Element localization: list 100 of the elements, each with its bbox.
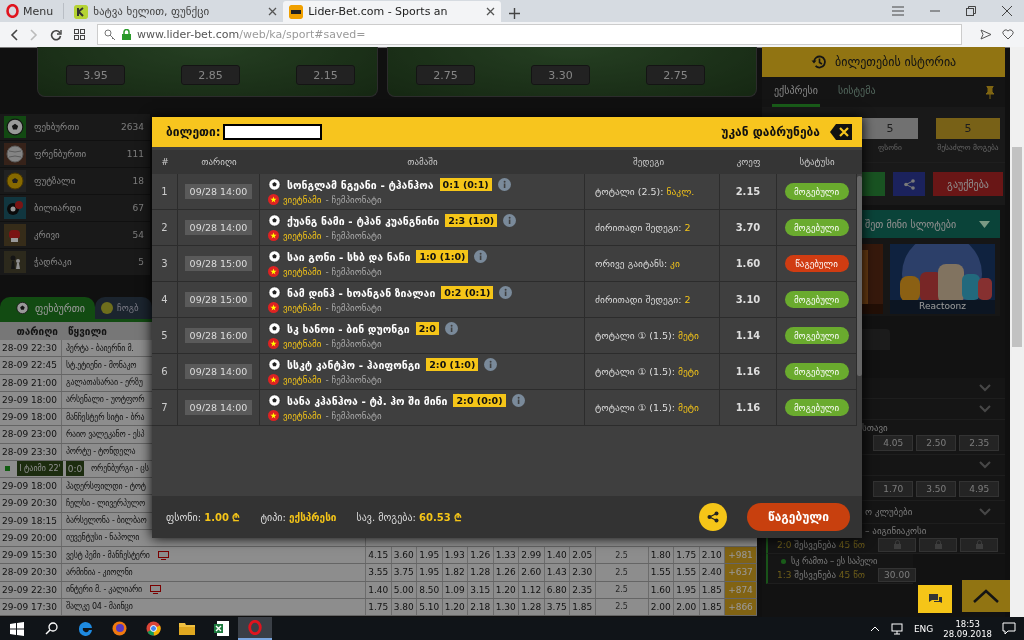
match-name[interactable]: პორტუ - ტონდელა [66, 447, 136, 457]
event-title[interactable]: სთავი [862, 423, 1000, 433]
odds-button[interactable]: 2.85 [181, 65, 240, 85]
match-name[interactable]: ბარსელონა - ბილბაო [66, 516, 147, 526]
info-icon[interactable] [497, 178, 511, 191]
sport-tab[interactable]: ჩოგბ [95, 297, 152, 319]
chat-button[interactable] [918, 585, 952, 613]
odds-button[interactable]: 30.00 [878, 567, 916, 582]
match-name[interactable]: რაიო ვალეკანო - ესპ [66, 429, 145, 439]
scrollbar-thumb[interactable] [857, 176, 862, 376]
tv-icon[interactable] [157, 550, 169, 560]
odds-cell[interactable]: 1.85 [570, 598, 596, 615]
share-button[interactable] [699, 503, 727, 531]
chevron-up-icon[interactable] [869, 625, 880, 632]
odds-cell[interactable]: 3.55 [366, 564, 392, 581]
odds-cell[interactable]: 5.00 [391, 581, 417, 598]
odds-cell[interactable]: 1.09 [442, 581, 468, 598]
sport-item[interactable]: ფრენბურთი 111 [0, 141, 150, 168]
odds-cell[interactable]: 2.99 [519, 547, 545, 564]
odds-button[interactable]: 3.30 [531, 65, 590, 85]
odds-cell[interactable]: 1.20 [442, 598, 468, 615]
live-event-row[interactable]: სკ რამთა – ეს საპელი 1:3 შესვენება 45 წთ 30.00 [766, 554, 914, 584]
info-icon[interactable] [444, 322, 458, 335]
match-name[interactable]: შალკე 04 - მაინცი [66, 602, 133, 612]
odds-cell[interactable]: 1.95 [417, 564, 443, 581]
ticket-status-button[interactable]: წაგებული [747, 503, 850, 531]
match-name[interactable]: გალათასარაი - ერზუ [66, 378, 143, 388]
reload-icon[interactable] [50, 28, 62, 41]
tv-icon[interactable] [150, 585, 161, 595]
odds-button[interactable]: 4.05 [873, 435, 914, 451]
browser-tab[interactable]: Lider-Bet.com - Sports an [283, 1, 502, 22]
heart-icon[interactable] [1002, 29, 1014, 40]
match-name[interactable]: მანჩესტერ სიტი - ბრა [66, 412, 145, 422]
match-name[interactable]: იუვენტუსი - ნაპოლი [66, 533, 140, 543]
match-row[interactable]: 28-09 20:30 არმინია - კიოლნი 3.55 3.75 1.95 1.82 1.28 1.26 2.60 1.43 2.30 2.5 1.55 1.55 2.40 +637 [0, 564, 757, 582]
info-icon[interactable] [474, 250, 488, 263]
match-name[interactable]: ჰერტა - ბაიერნი მ. [66, 343, 134, 353]
odds-cell[interactable]: 3.75 [391, 564, 417, 581]
odds-cell[interactable]: 1.26 [493, 564, 519, 581]
language-indicator[interactable]: ENG [913, 623, 934, 634]
scrollbar[interactable] [1010, 47, 1024, 617]
odds-cell[interactable]: 1.30 [493, 598, 519, 615]
ticket-history-button[interactable]: ბილეთების ისტორია [762, 47, 1006, 77]
odds-cell[interactable]: 1.33 [493, 547, 519, 564]
close-icon[interactable] [268, 7, 278, 16]
odds-cell[interactable]: 2.60 [519, 564, 545, 581]
grid-icon[interactable] [74, 29, 85, 40]
odds-button[interactable]: 2.75 [646, 65, 705, 85]
odds-button[interactable]: 2.35 [959, 435, 1000, 451]
odds-cell[interactable]: 1.40 [366, 581, 392, 598]
odds-cell[interactable]: 3.75 [544, 598, 570, 615]
odds-cell[interactable]: 3.80 [391, 598, 417, 615]
odds-cell[interactable]: 1.28 [468, 564, 494, 581]
sport-tab[interactable]: ფეხბურთი [0, 297, 95, 319]
network-icon[interactable] [889, 622, 904, 635]
info-icon[interactable] [511, 394, 525, 407]
odds-cell[interactable]: 3.60 [391, 547, 417, 564]
odds-button[interactable]: 2.75 [416, 65, 475, 85]
send-icon[interactable] [980, 29, 992, 40]
match-name[interactable]: სტ.ეტიენი - მონაკო [66, 360, 137, 370]
odds-cell[interactable]: 1.40 [544, 547, 570, 564]
odds-cell[interactable]: 2.35 [570, 581, 596, 598]
clock[interactable]: 18:53 28.09.2018 [943, 618, 992, 639]
event-title[interactable]: – აიგინიაკოსი [865, 526, 927, 536]
league-title[interactable]: ო კლუბები [865, 507, 913, 517]
odds-cell[interactable]: 1.95 [417, 547, 443, 564]
cancel-button[interactable]: გაუქმება [933, 172, 1003, 196]
odds-cell[interactable]: 2.05 [570, 547, 596, 564]
odds-cell[interactable]: 3.15 [468, 581, 494, 598]
odds-cell[interactable]: 1.26 [468, 547, 494, 564]
odds-cell[interactable]: 8.50 [417, 581, 443, 598]
bet-type-tab[interactable]: სისტემა [835, 77, 878, 107]
odds-cell[interactable]: 1.55 [674, 564, 700, 581]
odds-cell[interactable]: 1.55 [648, 564, 674, 581]
info-icon[interactable] [503, 214, 517, 227]
match-row[interactable]: 29-09 15:30 ვესტ ჰემი - მანჩესტერი 4.15 3.60 1.95 1.93 1.26 1.33 2.99 1.40 2.05 2.5 1.80 1.75 2.10 +981 [0, 547, 757, 565]
match-name[interactable]: ინტერი მ. - კალიარი [66, 585, 142, 595]
sport-item[interactable]: ფეხბურთი 2634 [0, 114, 150, 141]
odds-cell[interactable]: 2.00 [648, 598, 674, 615]
restore-icon[interactable] [966, 6, 976, 16]
match-name[interactable]: ვესტ ჰემი - მანჩესტერი [66, 550, 150, 560]
notification-icon[interactable] [1002, 622, 1016, 635]
odds-cell[interactable]: 1.12 [519, 581, 545, 598]
sport-item[interactable]: ბილიარდი 67 [0, 195, 150, 222]
odds-cell[interactable]: 6.80 [544, 581, 570, 598]
info-icon[interactable] [499, 286, 513, 299]
odds-cell[interactable]: 2.30 [570, 564, 596, 581]
odds-cell[interactable]: 1.95 [674, 581, 700, 598]
odds-button[interactable]: 4.95 [959, 481, 1000, 497]
odds-cell[interactable]: 2.18 [468, 598, 494, 615]
match-name[interactable]: არმინია - კიოლნი [66, 567, 133, 577]
odds-cell[interactable]: 2.00 [674, 598, 700, 615]
odds-cell[interactable]: 1.28 [519, 598, 545, 615]
odds-cell[interactable]: 1.20 [493, 581, 519, 598]
back-icon[interactable] [10, 28, 18, 41]
odds-cell[interactable]: 1.43 [544, 564, 570, 581]
odds-cell[interactable]: 1.75 [674, 547, 700, 564]
pin-icon[interactable] [985, 85, 996, 99]
match-name[interactable]: ორენბურგი - ცს [91, 464, 149, 474]
menu-button[interactable]: Menu [0, 3, 65, 19]
